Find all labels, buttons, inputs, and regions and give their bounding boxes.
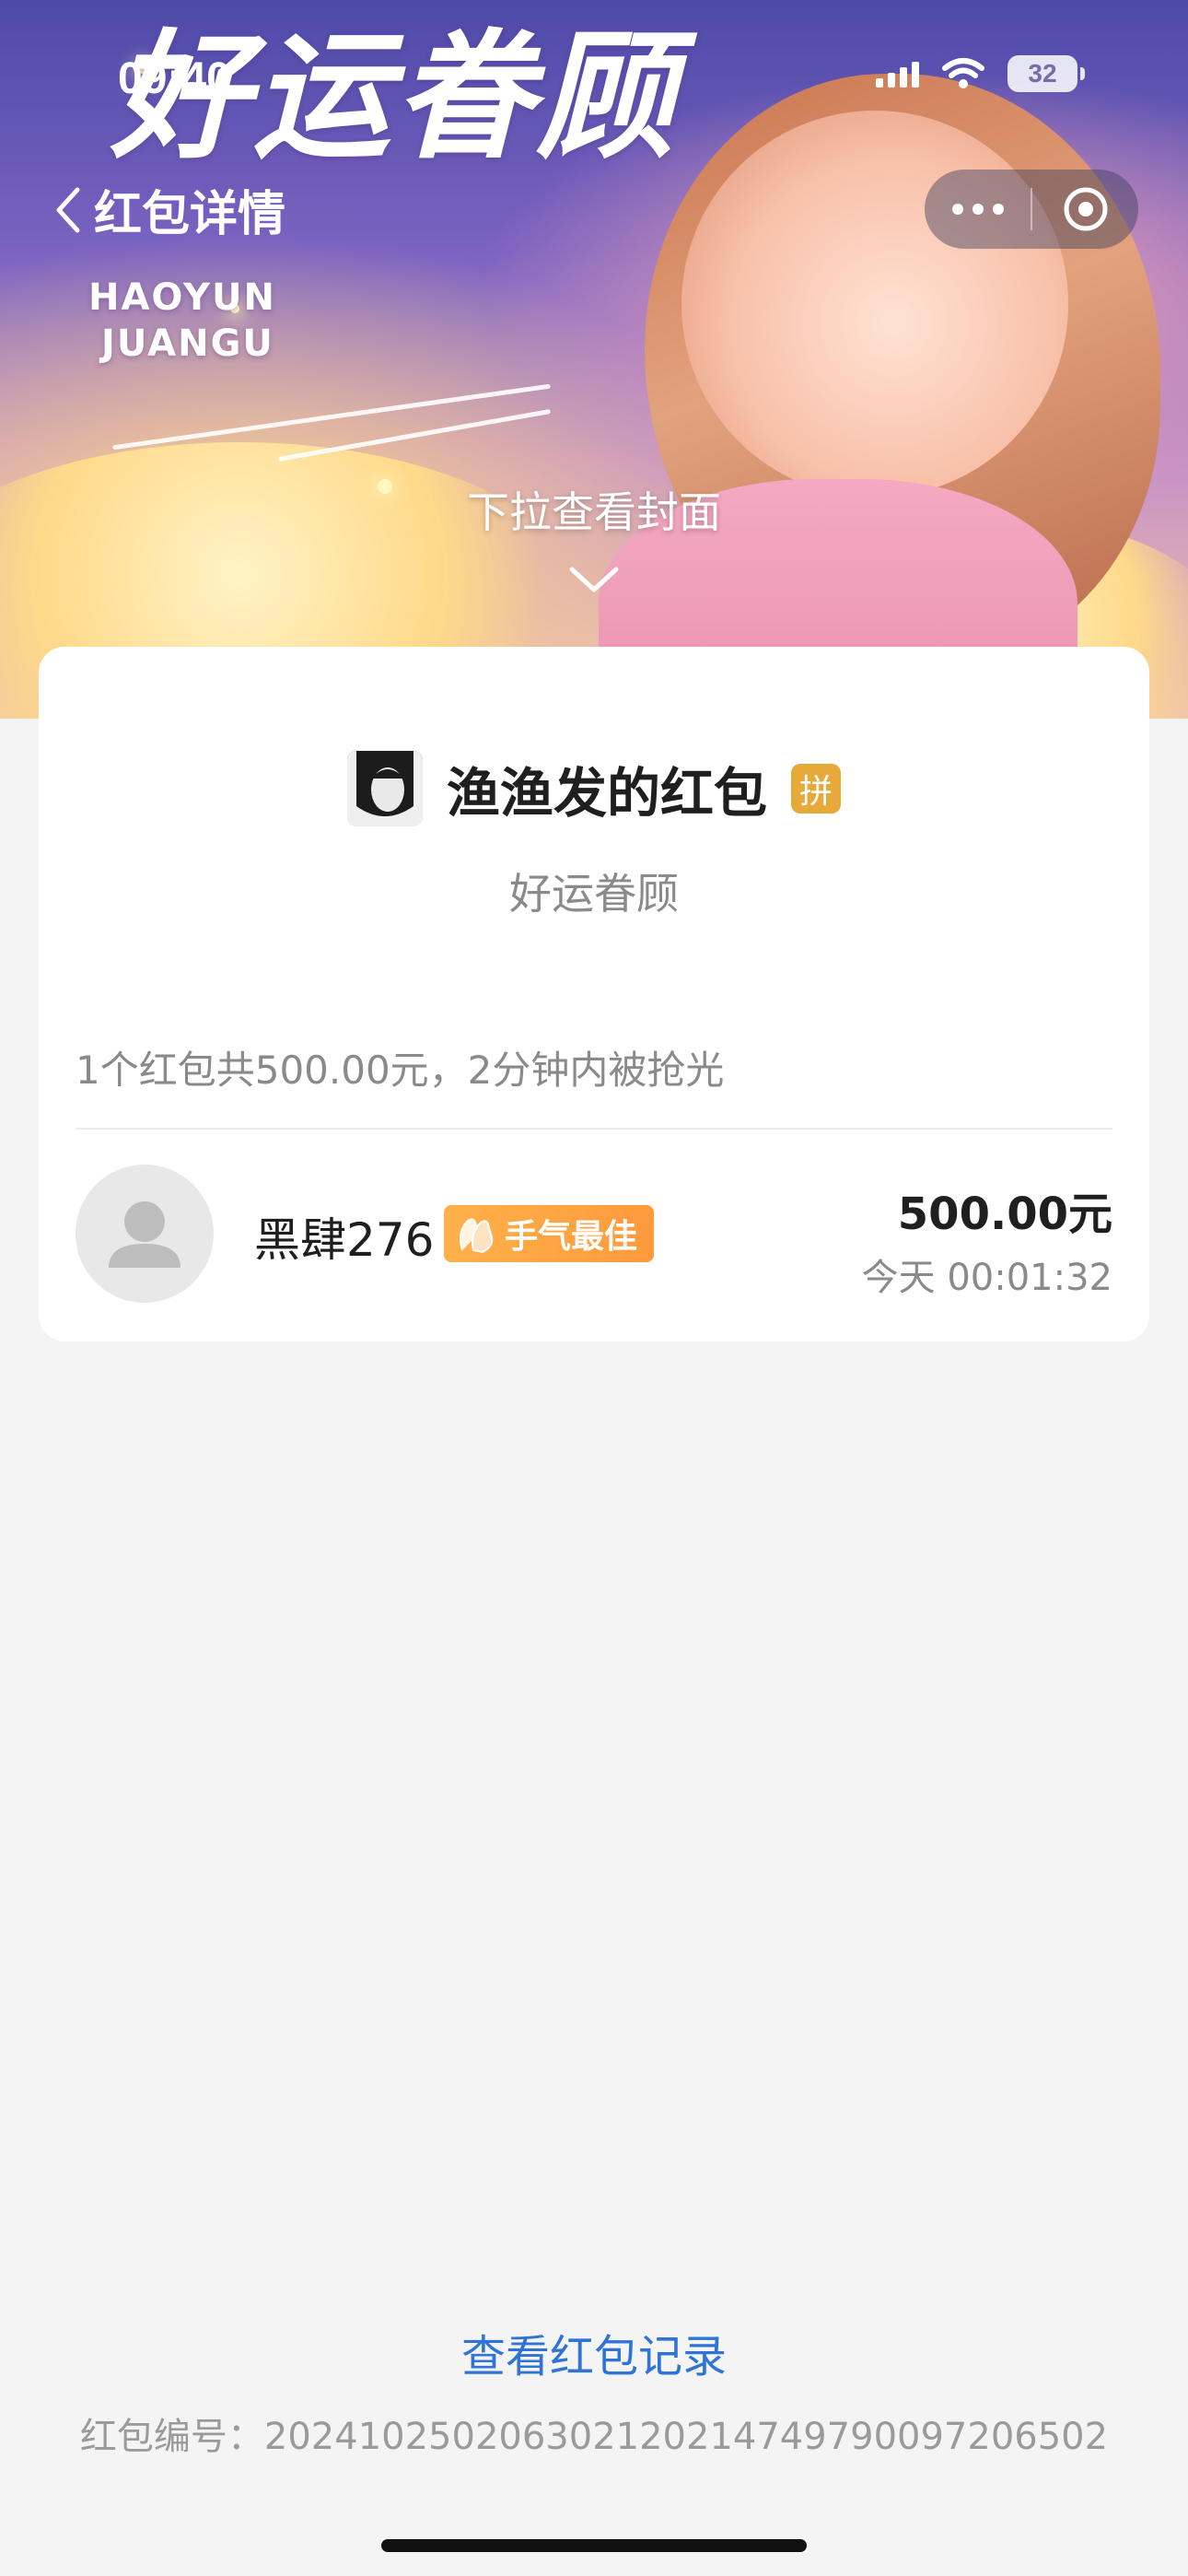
cover-art-latin-1: HAOYUN	[88, 276, 276, 319]
receiver-avatar[interactable]	[76, 1165, 214, 1303]
miniprogram-capsule	[925, 170, 1138, 249]
more-dots-icon	[951, 204, 1004, 215]
envelope-card: 渔渔发的红包 拼 好运眷顾	[39, 647, 1149, 1006]
wifi-icon	[942, 58, 984, 88]
receiver-amount: 500.00元	[897, 1188, 1112, 1240]
sender-avatar[interactable]	[346, 751, 423, 826]
status-icons: 32	[876, 55, 1085, 92]
pull-cover-hint: 下拉查看封面	[467, 487, 721, 537]
chevron-down-icon	[569, 567, 619, 592]
pin-badge: 拼	[791, 764, 841, 814]
best-luck-label: 手气最佳	[505, 1218, 638, 1256]
target-circle-icon	[1064, 187, 1107, 231]
receiver-row[interactable]: 黑肆276 手气最佳 500.00元 今天 00:01:32	[39, 1165, 1149, 1303]
sender-title: 渔渔发的红包	[446, 762, 767, 825]
status-time: 09:40	[118, 54, 231, 103]
sender-row: 渔渔发的红包 拼	[39, 750, 1149, 827]
signal-icon	[876, 60, 919, 88]
receiver-time: 今天 00:01:32	[861, 1257, 1112, 1299]
envelope-summary: 1个红包共500.00元，2分钟内被抢光	[76, 1048, 725, 1093]
back-button[interactable]: 红包详情	[52, 175, 285, 244]
receivers-card: 1个红包共500.00元，2分钟内被抢光 黑肆276 手气最佳 500.00元 …	[39, 1002, 1149, 1341]
receiver-name: 黑肆276	[254, 1213, 435, 1267]
more-button[interactable]	[925, 170, 1031, 249]
default-avatar-icon	[109, 1201, 181, 1268]
chevron-left-icon	[56, 187, 80, 232]
sender-avatar-image	[346, 751, 423, 826]
cover-image[interactable]: 好运眷顾 HAOYUN JUANGU 下拉查看封面	[0, 0, 1188, 719]
page-title: 红包详情	[94, 187, 286, 242]
envelope-serial-number: 红包编号：20241025020630212021474979009720650…	[79, 2416, 1109, 2458]
home-indicator[interactable]	[381, 2539, 807, 2552]
battery-icon: 32	[1007, 55, 1085, 92]
brush-stroke	[111, 383, 552, 451]
divider	[76, 1128, 1112, 1130]
best-luck-badge: 手气最佳	[444, 1205, 655, 1262]
close-miniprogram-button[interactable]	[1032, 170, 1138, 249]
girl-face-illustration	[681, 111, 1068, 498]
clapping-hands-icon	[460, 1218, 494, 1254]
view-records-link[interactable]: 查看红包记录	[0, 2320, 1188, 2384]
cover-art-latin-2: JUANGU	[101, 322, 274, 365]
greeting-text: 好运眷顾	[509, 869, 679, 919]
